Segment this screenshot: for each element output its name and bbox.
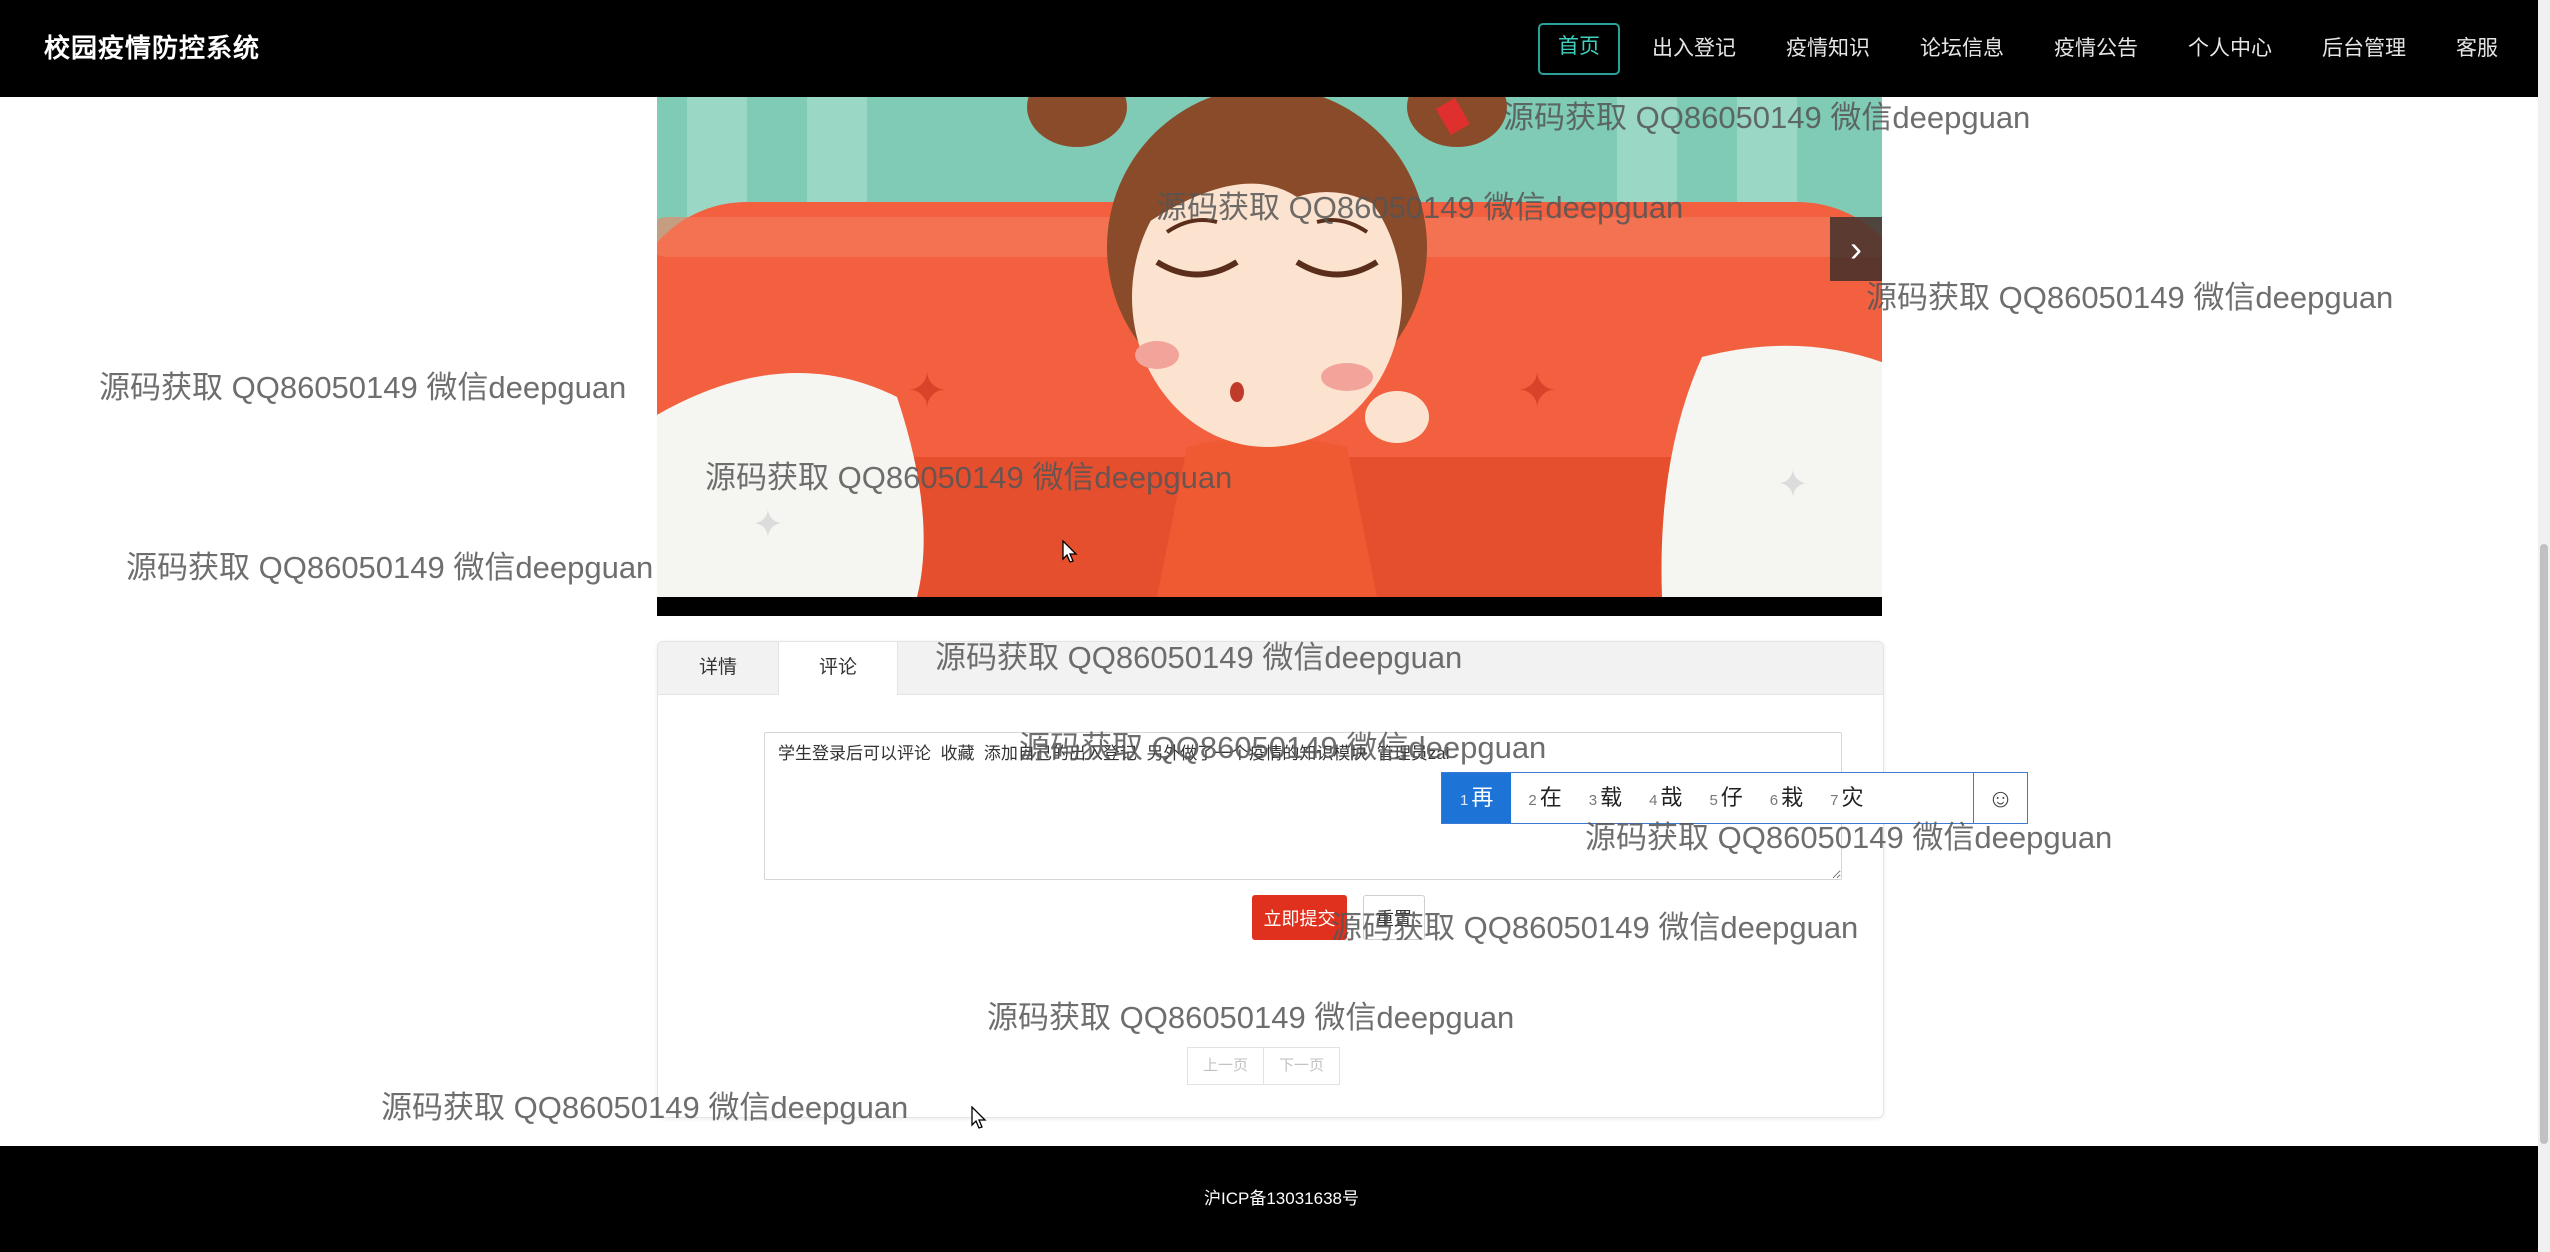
reset-button[interactable]: 重置 [1363, 895, 1425, 940]
ime-candidate[interactable]: 6栽 [1753, 773, 1813, 823]
page-scrollbar[interactable] [2538, 0, 2550, 1252]
site-brand[interactable]: 校园疫情防控系统 [44, 0, 260, 97]
nav-customer-service[interactable]: 客服 [2438, 25, 2516, 73]
watermark-text: 源码获取 QQ86050149 微信deepguan [126, 550, 654, 585]
carousel-next-button[interactable]: › [1830, 217, 1882, 281]
next-page-button[interactable]: 下一页 [1264, 1047, 1341, 1085]
svg-text:✦: ✦ [1517, 363, 1557, 419]
video-player[interactable]: ✦ ✦ ✦ ✦ [657, 97, 1882, 616]
svg-text:✦: ✦ [1777, 462, 1809, 506]
emoji-icon[interactable]: ☺ [1973, 773, 2027, 823]
ime-candidate-bar: 1再 2在 3载 4哉 5仔 6栽 7灾 ☺ [1441, 772, 2028, 824]
top-navbar: 校园疫情防控系统 首页 出入登记 疫情知识 论坛信息 疫情公告 个人中心 后台管… [0, 0, 2538, 97]
nav-access-registration[interactable]: 出入登记 [1634, 25, 1754, 73]
footer: 沪ICP备13031638号 [0, 1146, 2538, 1252]
cartoon-girl-video-frame: ✦ ✦ ✦ ✦ [657, 97, 1882, 597]
nav-admin[interactable]: 后台管理 [2304, 25, 2424, 73]
tab-detail[interactable]: 详情 [658, 642, 778, 694]
nav-announcements[interactable]: 疫情公告 [2036, 25, 2156, 73]
nav-home[interactable]: 首页 [1538, 22, 1620, 75]
ime-candidate[interactable]: 3载 [1572, 773, 1632, 823]
prev-page-button[interactable]: 上一页 [1187, 1047, 1265, 1085]
tab-comment[interactable]: 评论 [778, 642, 898, 695]
main-nav: 首页 出入登记 疫情知识 论坛信息 疫情公告 个人中心 后台管理 客服 [1524, 0, 2516, 97]
chevron-right-icon: › [1850, 228, 1862, 269]
ime-candidate[interactable]: 5仔 [1692, 773, 1752, 823]
nav-personal-center[interactable]: 个人中心 [2170, 25, 2290, 73]
watermark-text: 源码获取 QQ86050149 微信deepguan [1866, 280, 2394, 315]
nav-epidemic-knowledge[interactable]: 疫情知识 [1768, 25, 1888, 73]
svg-text:✦: ✦ [907, 363, 947, 419]
icp-license: 沪ICP备13031638号 [1204, 1189, 1359, 1208]
watermark-text: 源码获取 QQ86050149 微信deepguan [99, 370, 627, 405]
ime-candidate[interactable]: 1再 [1442, 773, 1512, 823]
ime-candidate[interactable]: 2在 [1511, 773, 1571, 823]
svg-text:✦: ✦ [752, 502, 784, 546]
tab-bar: 详情 评论 [658, 642, 1883, 695]
nav-forum[interactable]: 论坛信息 [1902, 25, 2022, 73]
scrollbar-thumb[interactable] [2540, 544, 2548, 1144]
pagination: 上一页 下一页 [1187, 1047, 1341, 1085]
submit-button[interactable]: 立即提交 [1252, 895, 1347, 940]
detail-comment-panel: 详情 评论 评论 立即提交 重置 上一页 下一页 [657, 641, 1884, 1118]
ime-candidate[interactable]: 7灾 [1813, 773, 1873, 823]
ime-candidate[interactable]: 4哉 [1632, 773, 1692, 823]
